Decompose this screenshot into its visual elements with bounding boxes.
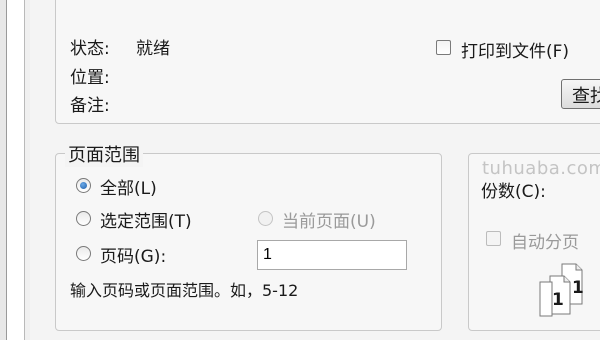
collate-pages-icon: 1 1 xyxy=(538,262,596,318)
page-range-title: 页面范围 xyxy=(65,141,143,167)
page-range-pages-radio[interactable] xyxy=(76,246,91,261)
page-range-input[interactable] xyxy=(257,240,407,270)
copies-label: 份数(C): xyxy=(481,182,546,202)
printer-info-group xyxy=(55,0,600,124)
page-range-current-radio[interactable] xyxy=(258,211,273,226)
page-range-current-label[interactable]: 当前页面(U) xyxy=(282,207,376,232)
page-range-selection-radio[interactable] xyxy=(76,211,91,226)
background-window-edge xyxy=(0,0,7,340)
collate-label[interactable]: 自动分页 xyxy=(511,228,579,253)
status-value: 就绪 xyxy=(136,39,170,59)
print-to-file-label[interactable]: 打印到文件(F) xyxy=(461,37,569,62)
watermark-text: tuhuaba.com xyxy=(482,158,600,179)
find-printer-button-label: 查找 xyxy=(572,86,600,107)
comment-label: 备注: xyxy=(70,96,110,116)
collate-page-number-front: 1 xyxy=(552,290,564,310)
location-label: 位置: xyxy=(70,68,110,88)
collate-page-number-back: 1 xyxy=(572,278,584,298)
page-range-hint: 输入页码或页面范围。如，5-12 xyxy=(70,281,299,300)
page-range-all-radio[interactable] xyxy=(76,178,91,193)
page-range-selection-label[interactable]: 选定范围(T) xyxy=(100,207,192,232)
find-printer-button[interactable]: 查找 xyxy=(561,79,600,109)
status-label: 状态: xyxy=(70,39,110,59)
collate-pages-svg xyxy=(539,263,583,317)
print-to-file-checkbox[interactable] xyxy=(436,40,451,55)
page-range-all-label[interactable]: 全部(L) xyxy=(100,174,157,199)
collate-checkbox[interactable] xyxy=(486,231,501,246)
page-range-pages-label[interactable]: 页码(G): xyxy=(100,242,166,267)
